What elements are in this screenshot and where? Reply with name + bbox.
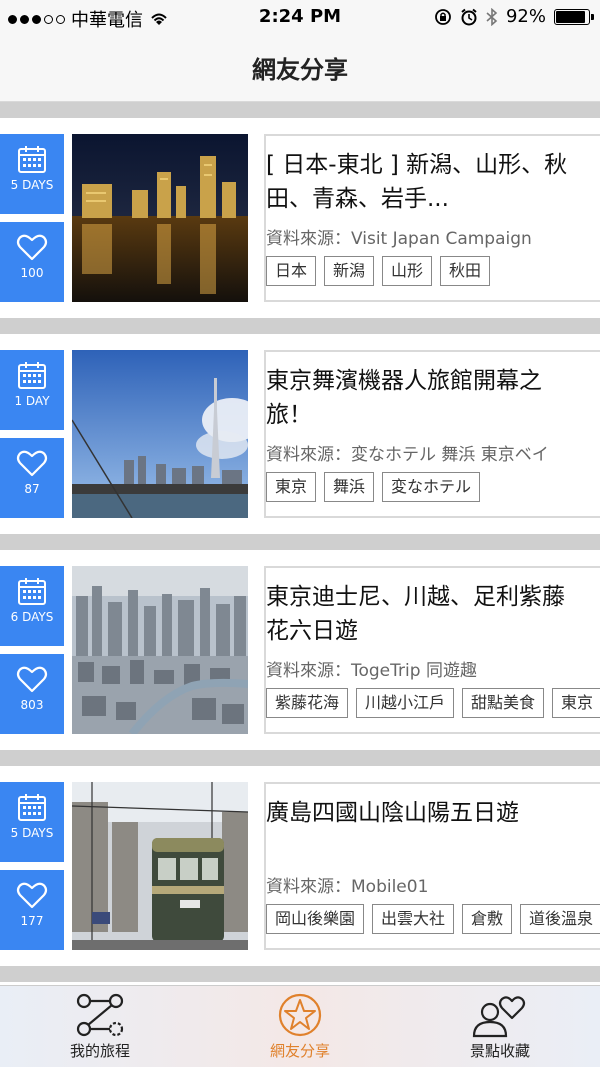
nav-bar: 網友分享 bbox=[0, 34, 600, 102]
rotation-lock-icon bbox=[435, 8, 451, 25]
tag-list: 紫藤花海 川越小江戶 甜點美食 東京 bbox=[266, 688, 600, 720]
trip-source: 資料來源：Visit Japan Campaign bbox=[266, 229, 532, 249]
trip-card[interactable]: 5 DAYS 100 [日本-東北] 新潟、山形、秋田、青森、岩手... 資… bbox=[0, 118, 600, 318]
calendar-icon bbox=[18, 362, 46, 389]
tag[interactable]: 紫藤花海 bbox=[266, 688, 349, 718]
tab-bar: 我的旅程 網友分享 景點收藏 bbox=[0, 985, 600, 1067]
tag[interactable]: 東京 bbox=[552, 688, 600, 718]
trip-thumbnail[interactable] bbox=[72, 566, 248, 734]
trip-title: 東京迪士尼、川越、足利紫藤花六日遊 bbox=[266, 584, 565, 644]
tag[interactable]: 日本 bbox=[266, 256, 317, 286]
tag[interactable]: 道後溫泉 bbox=[520, 904, 600, 934]
tag[interactable]: 岡山後樂園 bbox=[266, 904, 365, 934]
list-divider bbox=[0, 318, 600, 334]
tag[interactable]: 倉敷 bbox=[462, 904, 513, 934]
list-divider bbox=[0, 534, 600, 550]
heart-icon bbox=[16, 234, 48, 261]
like-button[interactable]: 87 bbox=[0, 438, 64, 518]
heart-icon bbox=[16, 450, 48, 477]
battery-icon bbox=[554, 8, 594, 25]
route-icon bbox=[76, 993, 124, 1037]
tag-list: 岡山後樂園 出雲大社 倉敷 道後溫泉 bbox=[266, 904, 600, 936]
tab-label: 景點收藏 bbox=[469, 1042, 530, 1060]
trip-card[interactable]: 5 DAYS 177 廣島四國山陰山陽五日遊 資料來源：Mobile01 岡山後… bbox=[0, 766, 600, 966]
days-badge: 5 DAYS bbox=[0, 134, 64, 214]
trip-thumbnail[interactable] bbox=[72, 350, 248, 518]
tag[interactable]: 変なホテル bbox=[382, 472, 481, 502]
days-badge: 1 DAY bbox=[0, 350, 64, 430]
trip-title: 廣島四國山陰山陽五日遊 bbox=[266, 800, 519, 826]
list-divider bbox=[0, 750, 600, 766]
heart-icon bbox=[16, 882, 48, 909]
trip-title: 東京舞濱機器人旅館開幕之旅！ bbox=[266, 368, 542, 428]
like-button[interactable]: 177 bbox=[0, 870, 64, 950]
like-count: 177 bbox=[20, 914, 44, 928]
tag[interactable]: 出雲大社 bbox=[372, 904, 455, 934]
tag-list: 日本 新潟 山形 秋田 bbox=[266, 256, 600, 288]
trip-info[interactable]: 東京迪士尼、川越、足利紫藤花六日遊 資料來源：TogeTrip 同遊趣 紫藤花海… bbox=[264, 566, 600, 734]
tag[interactable]: 舞浜 bbox=[324, 472, 375, 502]
calendar-icon bbox=[18, 578, 46, 605]
tag[interactable]: 川越小江戶 bbox=[356, 688, 455, 718]
trip-card[interactable]: 1 DAY 87 東京舞濱機器人旅館開幕之旅！ 資料來源：変なホテル 舞浜 東京… bbox=[0, 334, 600, 534]
trip-source: 資料來源：変なホテル 舞浜 東京ベイ bbox=[266, 445, 549, 465]
bluetooth-icon bbox=[486, 7, 498, 26]
trip-thumbnail[interactable] bbox=[72, 782, 248, 950]
like-button[interactable]: 803 bbox=[0, 654, 64, 734]
like-count: 87 bbox=[24, 482, 40, 496]
app-screen: 中華電信 2:24 PM 92% 網友分享 5 DAYS 100 [日本-東北… bbox=[0, 0, 600, 1067]
star-icon bbox=[278, 993, 322, 1037]
list-divider bbox=[0, 102, 600, 118]
like-button[interactable]: 100 bbox=[0, 222, 64, 302]
tag-list: 東京 舞浜 変なホテル bbox=[266, 472, 600, 504]
page-title: 網友分享 bbox=[252, 56, 348, 84]
trip-info[interactable]: [ 日本-東北 ] 新潟、山形、秋田、青森、岩手... 資料來源：Visit J… bbox=[264, 134, 600, 302]
status-right: 92% bbox=[434, 6, 594, 27]
trip-source: 資料來源：Mobile01 bbox=[266, 877, 429, 897]
tag[interactable]: 新潟 bbox=[324, 256, 375, 286]
trip-info[interactable]: 廣島四國山陰山陽五日遊 資料來源：Mobile01 岡山後樂園 出雲大社 倉敷 … bbox=[264, 782, 600, 950]
trip-title: [ 日本-東北 ] 新潟、山形、秋田、青森、岩手... bbox=[266, 152, 568, 212]
days-badge: 6 DAYS bbox=[0, 566, 64, 646]
tab-label: 我的旅程 bbox=[69, 1042, 130, 1060]
tab-favorites[interactable]: 景點收藏 bbox=[400, 986, 600, 1067]
user-heart-icon bbox=[472, 996, 526, 1038]
tag[interactable]: 甜點美食 bbox=[462, 688, 545, 718]
status-bar: 中華電信 2:24 PM 92% bbox=[0, 0, 600, 34]
tab-label: 網友分享 bbox=[269, 1042, 330, 1060]
shared-trip-list[interactable]: 5 DAYS 100 [日本-東北] 新潟、山形、秋田、青森、岩手... 資… bbox=[0, 102, 600, 982]
tag[interactable]: 東京 bbox=[266, 472, 317, 502]
list-divider bbox=[0, 966, 600, 982]
days-badge: 5 DAYS bbox=[0, 782, 64, 862]
days-label: 5 DAYS bbox=[10, 178, 54, 192]
heart-icon bbox=[16, 666, 48, 693]
calendar-icon bbox=[18, 794, 46, 821]
tag[interactable]: 山形 bbox=[382, 256, 433, 286]
days-label: 1 DAY bbox=[14, 394, 50, 408]
calendar-icon bbox=[18, 146, 46, 173]
tab-my-trips[interactable]: 我的旅程 bbox=[0, 986, 200, 1067]
alarm-icon bbox=[461, 8, 477, 25]
battery-percent: 92% bbox=[505, 6, 546, 27]
tab-shared[interactable]: 網友分享 bbox=[200, 986, 400, 1067]
trip-card[interactable]: 6 DAYS 803 東京迪士尼、川越、足利紫藤花六日遊 資料來源：TogeTr… bbox=[0, 550, 600, 750]
like-count: 100 bbox=[20, 266, 44, 280]
trip-info[interactable]: 東京舞濱機器人旅館開幕之旅！ 資料來源：変なホテル 舞浜 東京ベイ 東京 舞浜 … bbox=[264, 350, 600, 518]
like-count: 803 bbox=[20, 698, 44, 712]
tag[interactable]: 秋田 bbox=[440, 256, 491, 286]
days-label: 5 DAYS bbox=[10, 826, 54, 840]
trip-source: 資料來源：TogeTrip 同遊趣 bbox=[266, 661, 477, 681]
days-label: 6 DAYS bbox=[10, 610, 54, 624]
trip-thumbnail[interactable] bbox=[72, 134, 248, 302]
